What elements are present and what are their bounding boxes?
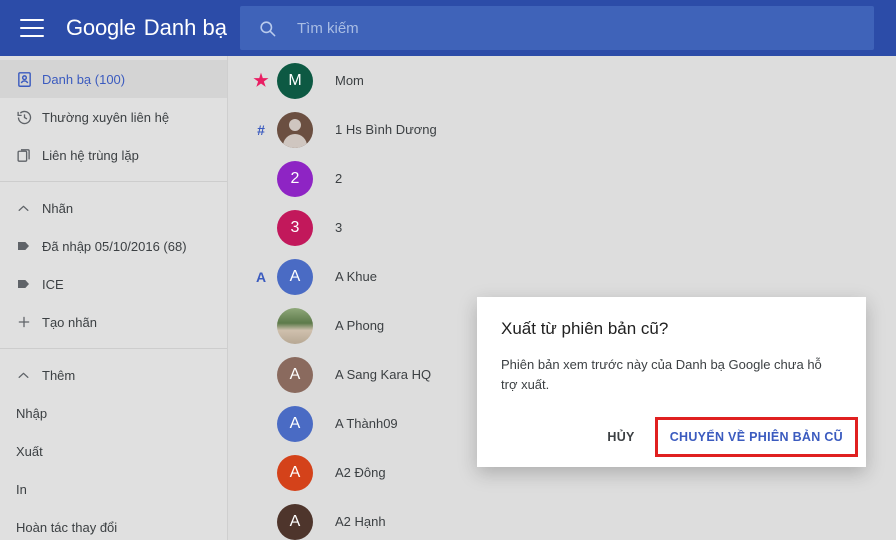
contact-name: 2	[335, 171, 343, 186]
brand-google-label: Google	[66, 15, 136, 40]
sidebar-item-frequent-label: Thường xuyên liên hệ	[42, 109, 170, 125]
contact-row[interactable]: 22	[229, 154, 896, 203]
search-input[interactable]: Tìm kiếm	[240, 6, 874, 50]
avatar[interactable]: A	[277, 258, 313, 295]
contact-name: A Phong	[335, 318, 385, 333]
sidebar-more-section: Thêm Nhập Xuất In Hoàn tác thay đổi Liên…	[0, 352, 227, 540]
sidebar-item-export[interactable]: Xuất	[0, 432, 227, 470]
switch-to-legacy-button[interactable]: CHUYỂN VỀ PHIÊN BẢN CŨ	[658, 420, 855, 454]
sidebar-label-imported[interactable]: Đã nhập 05/10/2016 (68)	[0, 227, 227, 265]
sidebar: Danh bạ (100) Thường xuyên liên hệ Liên …	[0, 56, 228, 540]
section-letter-marker: #	[257, 121, 265, 138]
avatar[interactable]	[277, 307, 313, 344]
sidebar-divider-2	[0, 348, 227, 349]
contact-name: A2 Đông	[335, 465, 386, 480]
sidebar-more-header-label: Thêm	[42, 367, 76, 383]
sidebar-create-label-label: Tạo nhãn	[42, 314, 97, 330]
sidebar-labels-header[interactable]: Nhãn	[0, 189, 227, 227]
history-clock-icon	[16, 109, 42, 126]
label-tag-icon	[16, 276, 42, 292]
sidebar-item-contacts[interactable]: Danh bạ (100)	[0, 60, 227, 98]
contact-name: A Sang Kara HQ	[335, 367, 432, 382]
chevron-up-icon	[16, 201, 42, 216]
plus-icon	[16, 314, 42, 330]
contact-card-icon	[16, 71, 42, 88]
avatar[interactable]: 3	[277, 209, 313, 246]
contact-row[interactable]: A A2 Hạnh	[229, 497, 896, 540]
search-icon	[258, 19, 277, 38]
starred-icon[interactable]: ★	[245, 71, 277, 91]
sidebar-divider-1	[0, 181, 227, 182]
avatar[interactable]: M	[277, 62, 313, 99]
sidebar-item-contacts-label: Danh bạ (100)	[42, 71, 126, 87]
sidebar-labels-section: Nhãn Đã nhập 05/10/2016 (68) ICE Tạo nhã…	[0, 185, 227, 345]
hamburger-icon[interactable]	[20, 19, 44, 37]
contact-row[interactable]: AA A Khue	[229, 252, 896, 301]
contact-name: A Khue	[335, 269, 377, 284]
sidebar-item-undo-changes-label: Hoàn tác thay đổi	[16, 519, 118, 535]
sidebar-label-ice[interactable]: ICE	[0, 265, 227, 303]
contact-name: 1 Hs Bình Dương	[335, 122, 437, 137]
app-header: Google Danh bạ Tìm kiếm	[0, 0, 896, 56]
contacts-app: Google Danh bạ Tìm kiếm Danh bạ (100) Th…	[0, 0, 896, 540]
dialog-actions: HỦY CHUYỂN VỀ PHIÊN BẢN CŨ	[593, 417, 858, 457]
sidebar-item-print-label: In	[16, 481, 27, 497]
sidebar-item-undo-changes[interactable]: Hoàn tác thay đổi	[0, 508, 227, 540]
sidebar-create-label[interactable]: Tạo nhãn	[0, 303, 227, 341]
sidebar-item-frequent[interactable]: Thường xuyên liên hệ	[0, 98, 227, 136]
contact-row[interactable]: ★ M Mom	[229, 56, 896, 105]
sidebar-item-export-label: Xuất	[16, 443, 43, 459]
chevron-up-icon	[16, 368, 42, 383]
contact-name: 3	[335, 220, 343, 235]
avatar[interactable]	[277, 111, 313, 148]
avatar[interactable]: A	[277, 454, 313, 491]
search-placeholder: Tìm kiếm	[297, 19, 359, 37]
brand: Google Danh bạ	[66, 15, 227, 41]
dialog-body: Phiên bản xem trước này của Danh bạ Goog…	[501, 357, 822, 392]
sidebar-label-ice-label: ICE	[42, 276, 64, 292]
avatar[interactable]: 2	[277, 160, 313, 197]
section-letter-marker: A	[255, 268, 267, 285]
contact-name: Mom	[335, 73, 364, 88]
sidebar-item-print[interactable]: In	[0, 470, 227, 508]
contact-row[interactable]: #1 Hs Bình Dương	[229, 105, 896, 154]
avatar[interactable]: A	[277, 405, 313, 442]
legacy-export-dialog: Xuất từ phiên bản cũ? Phiên bản xem trướ…	[477, 297, 866, 467]
sidebar-item-import[interactable]: Nhập	[0, 394, 227, 432]
label-tag-icon	[16, 238, 42, 254]
sidebar-item-import-label: Nhập	[16, 405, 48, 421]
confirm-button-highlight: CHUYỂN VỀ PHIÊN BẢN CŨ	[654, 417, 858, 457]
sidebar-more-header[interactable]: Thêm	[0, 356, 227, 394]
dialog-title: Xuất từ phiên bản cũ?	[501, 319, 669, 338]
sidebar-primary-section: Danh bạ (100) Thường xuyên liên hệ Liên …	[0, 56, 227, 178]
contact-name: A Thành09	[335, 416, 398, 431]
contact-row[interactable]: 33	[229, 203, 896, 252]
avatar[interactable]: A	[277, 356, 313, 393]
brand-app-label: Danh bạ	[143, 15, 227, 40]
sidebar-item-duplicates[interactable]: Liên hệ trùng lặp	[0, 136, 227, 174]
duplicate-copy-icon	[16, 147, 42, 164]
sidebar-label-imported-label: Đã nhập 05/10/2016 (68)	[42, 238, 187, 254]
avatar[interactable]: A	[277, 503, 313, 540]
sidebar-item-duplicates-label: Liên hệ trùng lặp	[42, 147, 139, 163]
contact-name: A2 Hạnh	[335, 514, 386, 529]
sidebar-labels-header-label: Nhãn	[42, 200, 74, 216]
cancel-button[interactable]: HỦY	[593, 420, 648, 454]
